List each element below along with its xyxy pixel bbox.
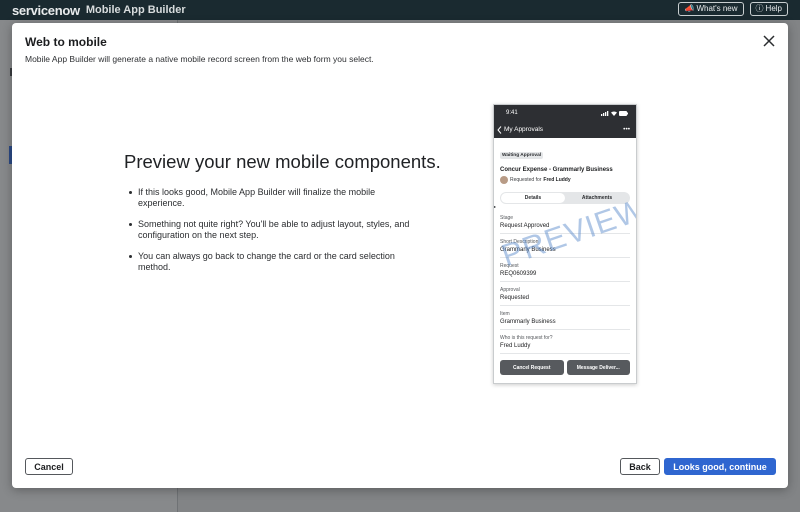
signal-icon	[601, 110, 609, 116]
help-button[interactable]: ⓘ Help	[749, 2, 788, 16]
more-icon[interactable]: •••	[623, 126, 630, 133]
requested-for: Requested for Fred Luddy	[500, 176, 630, 184]
modal-subtitle: Mobile App Builder will generate a nativ…	[25, 54, 374, 64]
field-approval: Approval Requested	[500, 282, 630, 306]
modal-title: Web to mobile	[25, 35, 107, 49]
status-icons	[601, 110, 628, 116]
back-chevron-icon[interactable]	[497, 125, 502, 134]
tab-details[interactable]: Details	[501, 193, 565, 203]
cancel-button[interactable]: Cancel	[25, 458, 73, 475]
preview-bullet-list: If this looks good, Mobile App Builder w…	[129, 187, 418, 283]
servicenow-logo: servicenow	[12, 2, 80, 18]
help-icon: ⓘ	[755, 4, 764, 13]
field-label: Request	[500, 263, 519, 269]
field-request: Request REQ0609399	[500, 258, 630, 282]
status-badge: Waiting Approval	[500, 152, 544, 159]
phone-nav-bar: My Approvals •••	[494, 121, 636, 138]
top-header: servicenow Mobile App Builder 📣 What's n…	[0, 0, 800, 20]
field-label: Approval	[500, 287, 520, 293]
tab-attachments[interactable]: Attachments	[565, 193, 629, 203]
close-button[interactable]	[762, 34, 776, 48]
record-title: Concur Expense - Grammarly Business	[500, 167, 613, 173]
field-value: Request Approved	[500, 223, 550, 229]
close-icon	[763, 35, 775, 47]
phone-time: 9:41	[506, 110, 518, 116]
field-value: Requested	[500, 295, 530, 301]
help-label: Help	[765, 4, 782, 13]
bullet-item: If this looks good, Mobile App Builder w…	[129, 187, 418, 209]
field-label: Who is this request for?	[500, 335, 553, 341]
battery-icon	[619, 110, 628, 116]
back-button[interactable]: Back	[620, 458, 660, 475]
mobile-preview: 9:41 My Approvals ••• ▶ Waiting Approval…	[493, 104, 637, 384]
megaphone-icon: 📣	[684, 4, 695, 13]
field-short-description: Short Description Grammarly Business	[500, 234, 630, 258]
cancel-request-button[interactable]: Cancel Request	[500, 360, 564, 375]
phone-nav-title: My Approvals	[504, 126, 544, 133]
field-value: Fred Luddy	[500, 343, 531, 349]
field-label: Stage	[500, 215, 514, 221]
wifi-icon	[611, 111, 617, 116]
field-stage: Stage Request Approved	[500, 210, 630, 234]
bullet-item: Something not quite right? You'll be abl…	[129, 219, 418, 241]
phone-actions: Cancel Request Message Deliver...	[500, 360, 630, 375]
field-label: Short Description	[500, 239, 539, 245]
bullet-item: You can always go back to change the car…	[129, 251, 418, 273]
phone-tabs: Details Attachments	[500, 192, 630, 204]
preview-headline: Preview your new mobile components.	[124, 151, 441, 172]
field-value: REQ0609399	[500, 271, 537, 277]
avatar	[500, 176, 508, 184]
message-deliver-button[interactable]: Message Deliver...	[566, 360, 630, 375]
requested-for-name: Fred Luddy	[543, 177, 571, 183]
whats-new-label: What's new	[696, 4, 738, 13]
field-requested-for: Who is this request for? Fred Luddy	[500, 330, 630, 354]
continue-button[interactable]: Looks good, continue	[664, 458, 776, 475]
expand-caret-icon: ▶	[493, 204, 497, 209]
field-item: Item Grammarly Business	[500, 306, 630, 330]
phone-status-bar: 9:41	[494, 105, 636, 121]
requested-for-label: Requested for	[510, 177, 542, 183]
field-value: Grammarly Business	[500, 319, 556, 325]
field-value: Grammarly Business	[500, 247, 556, 253]
field-label: Item	[500, 311, 510, 317]
whats-new-button[interactable]: 📣 What's new	[678, 2, 744, 16]
record-fields: Stage Request Approved Short Description…	[500, 210, 630, 354]
web-to-mobile-modal: Web to mobile Mobile App Builder will ge…	[12, 23, 788, 488]
app-name: Mobile App Builder	[85, 4, 186, 16]
